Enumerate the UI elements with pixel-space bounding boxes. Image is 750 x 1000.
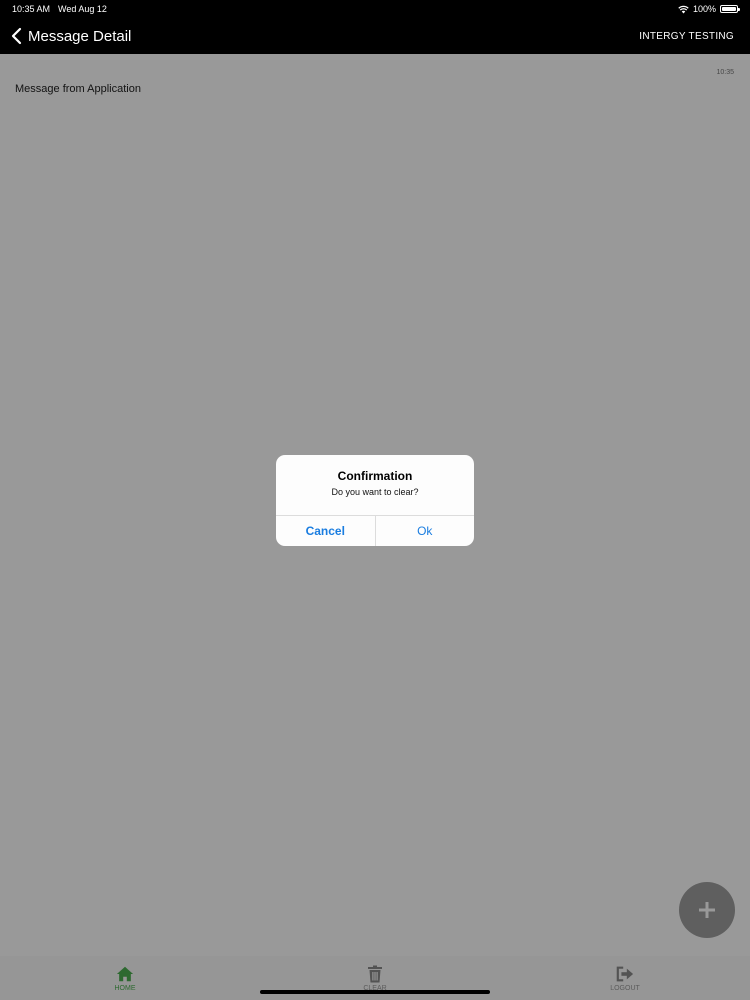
page-title: Message Detail: [28, 27, 132, 45]
battery-percent: 100%: [692, 4, 716, 14]
status-time: 10:35 AM: [12, 4, 51, 14]
battery-icon: [720, 5, 740, 13]
nav-right-label: INTERGY TESTING: [639, 30, 734, 42]
status-right: 100%: [678, 4, 740, 14]
dialog-message: Do you want to clear?: [331, 487, 419, 497]
dialog-buttons: Cancel Ok: [276, 515, 474, 546]
chevron-left-icon: [11, 27, 22, 45]
home-indicator: [260, 990, 490, 994]
wifi-icon: [678, 5, 689, 13]
back-button[interactable]: Message Detail: [10, 27, 131, 45]
status-date: Wed Aug 12: [58, 4, 107, 14]
nav-bar: Message Detail INTERGY TESTING: [0, 18, 750, 54]
battery-fill: [722, 7, 736, 11]
dialog-title: Confirmation: [337, 469, 413, 483]
ok-button[interactable]: Ok: [376, 516, 475, 546]
cancel-button[interactable]: Cancel: [276, 516, 376, 546]
status-bar: 10:35 AM Wed Aug 12 100%: [0, 0, 750, 18]
confirmation-dialog: Confirmation Do you want to clear? Cance…: [276, 455, 474, 546]
